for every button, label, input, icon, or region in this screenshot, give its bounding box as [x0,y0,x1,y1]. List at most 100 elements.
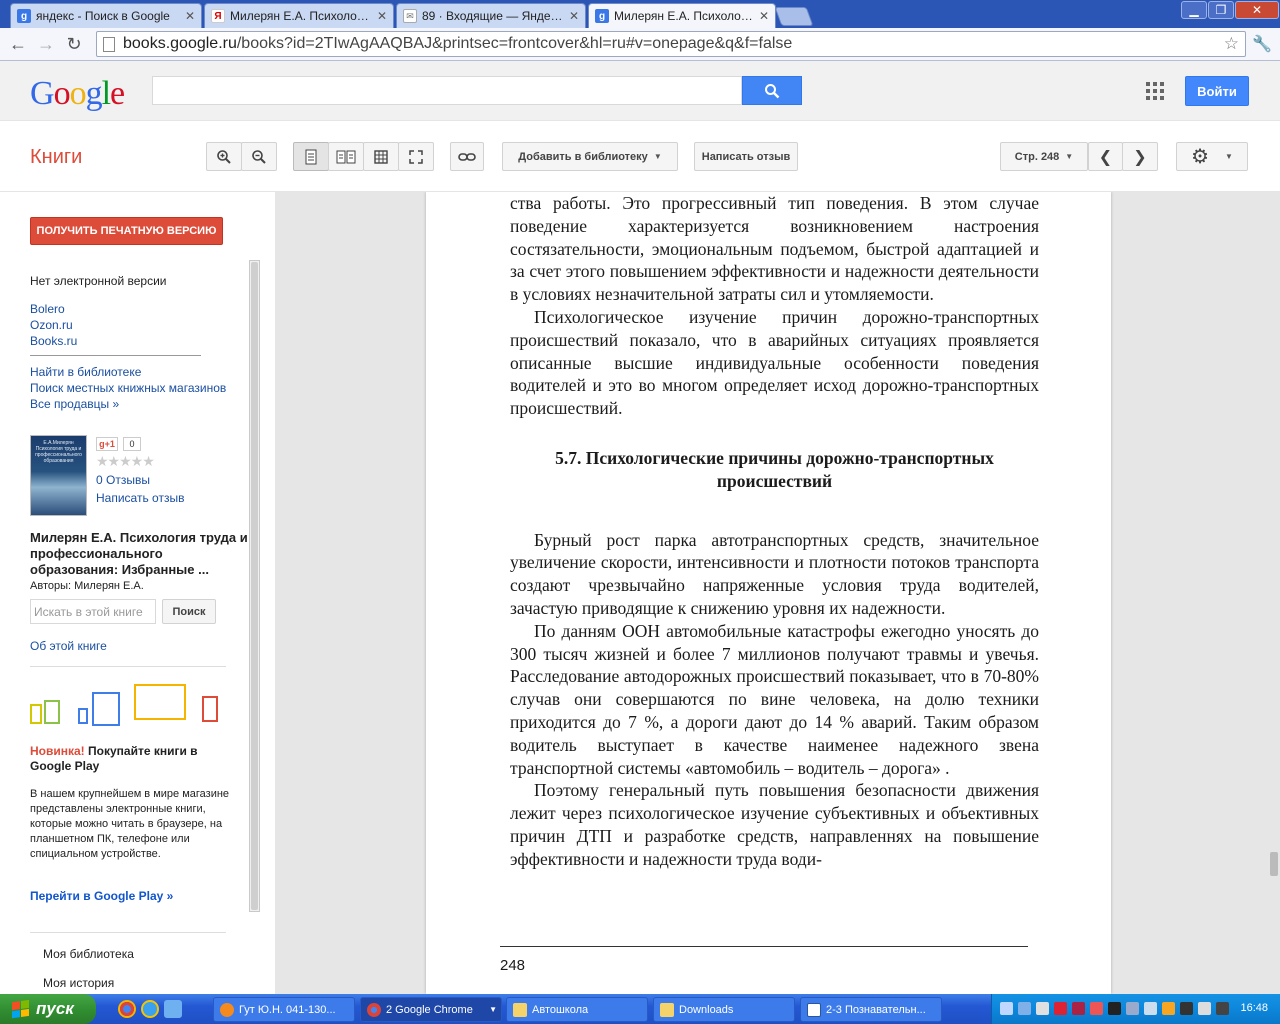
gear-icon: ⚙ [1191,146,1209,168]
page-number: 248 [500,957,526,974]
close-icon[interactable]: ✕ [377,9,387,23]
page-selector-label: Стр. 248 [1014,150,1060,163]
browser-tab[interactable]: g яндекс - Поиск в Google ✕ [10,3,202,28]
tray-icon[interactable] [1108,1002,1121,1015]
close-icon[interactable]: ✕ [185,9,195,23]
taskbar-button[interactable]: Автошкола [506,997,648,1022]
browser-tab-active[interactable]: g Милерян Е.А. Психология т... ✕ [588,3,776,28]
google-search-button[interactable] [742,76,802,105]
forward-icon[interactable]: → [34,32,58,56]
gplus-count: 0 [123,437,141,451]
viewer-scrollbar-thumb[interactable] [1270,852,1278,876]
network-icon[interactable] [1000,1002,1013,1015]
tray-icon[interactable] [1144,1002,1157,1015]
divider [30,932,226,933]
write-review-button[interactable]: Написать отзыв [694,142,798,171]
book-page-viewer[interactable]: ства работы. Это прогрессивный тип повед… [275,192,1280,994]
bookmark-star-icon[interactable]: ☆ [1224,34,1239,54]
zoom-out-button[interactable] [241,142,277,171]
book-authors: Авторы: Милерян Е.А. [30,580,144,592]
two-page-icon [336,150,356,163]
monitor-icon [134,684,186,720]
tray-icon[interactable] [1162,1002,1175,1015]
antivirus-icon[interactable] [1090,1002,1103,1015]
divider [30,666,226,667]
tray-icon[interactable] [1126,1002,1139,1015]
google-play-link[interactable]: Перейти в Google Play » [30,889,173,903]
paragraph: Бурный рост парка автотранспортных средс… [510,529,1039,618]
folder-icon [660,1002,674,1017]
address-bar[interactable]: books.google.ru/books?id=2TIwAgAAQBAJ&pr… [96,31,1246,57]
ie-icon[interactable] [141,1000,159,1018]
volume-icon[interactable] [1198,1002,1211,1015]
wrench-menu-icon[interactable]: 🔧 [1252,34,1272,54]
two-page-view-button[interactable] [328,142,364,171]
apps-grid-icon[interactable] [1146,82,1164,100]
left-panel-scrollbar[interactable] [249,260,260,912]
taskbar-button[interactable]: Гут Ю.Н. 041-130... [213,997,355,1022]
get-print-version-button[interactable]: ПОЛУЧИТЬ ПЕЧАТНУЮ ВЕРСИЮ [30,217,223,245]
find-in-library-link[interactable]: Найти в библиотеке [30,365,141,379]
seller-link-ozon[interactable]: Ozon.ru [30,318,73,332]
page-selector[interactable]: Стр. 248 ▼ [1000,142,1088,171]
seller-link-books[interactable]: Books.ru [30,334,77,348]
fullscreen-button[interactable] [398,142,434,171]
browser-tab[interactable]: ✉ 89 · Входящие — Яндекс.П... ✕ [396,3,586,28]
single-page-icon [305,149,317,164]
book-cover[interactable]: Е.А.Милерян Психология труда и профессио… [30,435,87,516]
close-icon[interactable]: ✕ [569,9,579,23]
restore-button[interactable]: ❐ [1208,1,1234,19]
google-logo[interactable]: Google [30,75,125,113]
about-book-link[interactable]: Об этой книге [30,639,107,653]
write-review-link[interactable]: Написать отзыв [96,491,184,505]
back-icon[interactable]: ← [6,32,30,56]
prev-page-button[interactable]: ❮ [1088,142,1123,171]
next-page-button[interactable]: ❯ [1122,142,1158,171]
my-library-link[interactable]: Моя библиотека [43,947,134,961]
zoom-in-button[interactable] [206,142,242,171]
browser-icon [220,1002,234,1017]
settings-button[interactable]: ⚙ ▼ [1176,142,1248,171]
fullscreen-icon [409,149,423,164]
reviews-link[interactable]: 0 Отзывы [96,473,150,487]
my-history-link[interactable]: Моя история [43,976,114,990]
tray-icon[interactable] [1036,1002,1049,1015]
single-page-view-button[interactable] [293,142,329,171]
desktop-icon[interactable] [164,1000,182,1018]
tray-icon[interactable] [1054,1002,1067,1015]
window-close-button[interactable]: ✕ [1235,1,1279,19]
tray-icon[interactable] [1216,1002,1229,1015]
taskbar-button[interactable]: 2-3 Познавательн... [800,997,942,1022]
book-search-input[interactable]: Искать в этой книге [30,599,156,624]
tray-icon[interactable] [1018,1002,1031,1015]
tray-icon[interactable] [1180,1002,1193,1015]
google-search-input[interactable] [152,76,742,105]
thumbnail-view-button[interactable] [363,142,399,171]
all-sellers-link[interactable]: Все продавцы » [30,397,119,411]
link-button[interactable] [450,142,484,171]
taskbar-button-label: Гут Ю.Н. 041-130... [239,1003,336,1016]
reload-icon[interactable]: ↻ [62,32,86,56]
book-search-button[interactable]: Поиск [162,599,216,624]
add-to-library-button[interactable]: Добавить в библиотеку ▼ [502,142,678,171]
taskbar-button[interactable]: Downloads [653,997,795,1022]
books-title[interactable]: Книги [30,146,82,169]
book-cover-text: Е.А.Милерян Психология труда и профессио… [35,440,82,464]
folder-icon [513,1002,527,1017]
signin-button[interactable]: Войти [1185,76,1249,106]
gplus-button[interactable]: g+1 [96,437,118,451]
local-stores-link[interactable]: Поиск местных книжных магазинов [30,381,226,395]
page-text: ства работы. Это прогрессивный тип повед… [510,192,1039,871]
minimize-button[interactable]: ▁ [1181,1,1207,19]
new-tab-button[interactable] [774,7,814,26]
browser-tab[interactable]: Я Милерян Е.А. Психология т... ✕ [204,3,394,28]
tray-icon[interactable] [1072,1002,1085,1015]
search-icon [765,83,780,98]
scrollbar-thumb[interactable] [251,262,258,910]
chrome-icon[interactable] [118,1000,136,1018]
taskbar-button-active[interactable]: 2 Google Chrome ▼ [360,997,502,1022]
seller-link-bolero[interactable]: Bolero [30,302,65,316]
close-icon[interactable]: ✕ [759,9,769,23]
clock: 16:48 [1240,1002,1268,1014]
start-button[interactable]: пуск [0,994,96,1024]
